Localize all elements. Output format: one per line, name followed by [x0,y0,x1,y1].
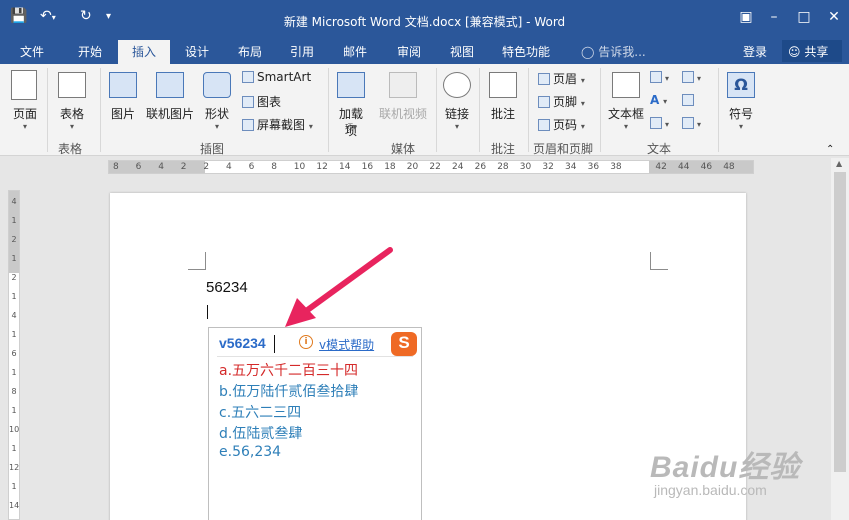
baidu-watermark: Baidu经验 jingyan.baidu.com [650,451,801,498]
vertical-scrollbar[interactable]: ▲ [831,158,849,520]
scroll-up-icon[interactable]: ▲ [836,159,842,168]
scrollbar-thumb[interactable] [834,172,846,472]
